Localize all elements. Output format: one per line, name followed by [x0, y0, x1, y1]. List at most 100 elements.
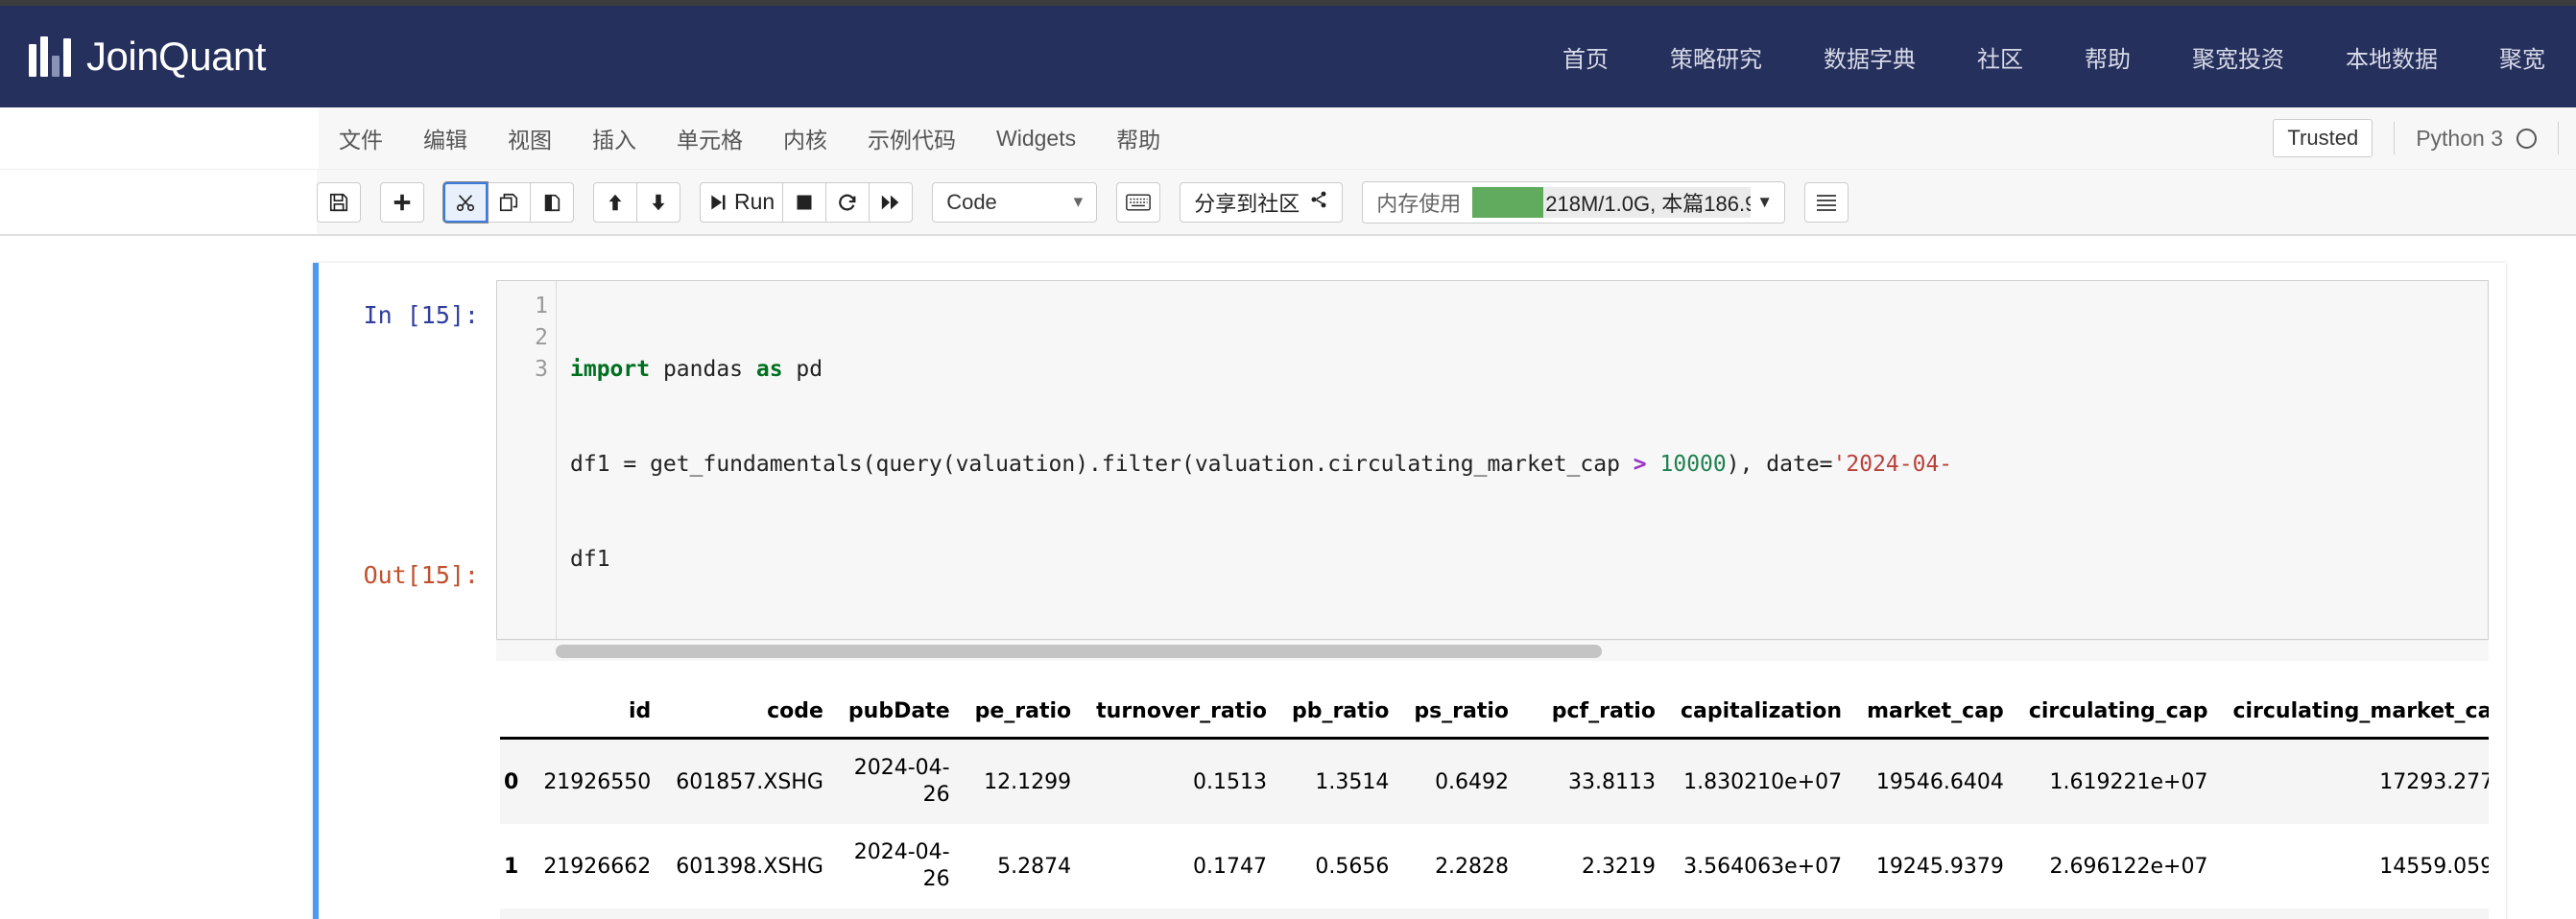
code-token: df1 = get_fundamentals(query(valuation).… [570, 452, 1634, 477]
cell-pubdate: 2024-04-26 [836, 908, 963, 919]
code-token: import [570, 357, 651, 382]
column-header-index [500, 692, 532, 740]
cell-pcf-ratio: 33.8113 [1567, 769, 1656, 794]
share-nodes-icon [1309, 190, 1328, 215]
brand-name: JoinQuant [86, 34, 266, 79]
cell-ps-ratio: 0.6492 [1435, 769, 1510, 794]
cell-capitalization: 3.564063e+07 [1683, 854, 1843, 879]
keyboard-icon [1126, 194, 1152, 211]
memory-usage-widget[interactable]: 内存使用 218M/1.0G, 本篇186.90M ▼ [1362, 180, 1786, 224]
move-cell-down-button[interactable] [636, 181, 680, 223]
list-lines-icon [1815, 194, 1838, 211]
toolbar-group-palette [1804, 181, 1849, 223]
code-token: ), date= [1726, 452, 1833, 477]
code-token: 10000 [1659, 452, 1727, 477]
menu-kernel[interactable]: 内核 [763, 122, 847, 154]
arrow-up-icon [605, 192, 626, 213]
menu-file[interactable]: 文件 [319, 122, 403, 154]
insert-cell-below-button[interactable] [380, 181, 424, 223]
nav-link-help[interactable]: 帮助 [2054, 40, 2161, 74]
cell-pcf-ratio: 1.9297 [1521, 908, 1668, 919]
cell-body: 1 2 3 import pandas as pd df1 = get_fund… [496, 280, 2506, 919]
notebook-toolbar: Run Code ▾ 分享到社区 内存使用 218M/1.0G, 本篇186. … [0, 170, 2576, 235]
run-step-icon [708, 192, 727, 213]
nav-link-data-dictionary[interactable]: 数据字典 [1793, 40, 1946, 74]
prompt-column: In [15]: Out[15]: [319, 280, 496, 919]
cell-circulating-market-cap: 14206.3674 [2220, 908, 2489, 919]
menu-view[interactable]: 视图 [488, 122, 572, 154]
cell-turnover-ratio: 0.1513 [1192, 769, 1267, 794]
cell-output-area: id code pubDate pe_ratio turnover_ratio … [496, 661, 2489, 919]
kernel-idle-circle-icon[interactable] [2516, 128, 2537, 149]
restart-and-run-all-button[interactable] [869, 181, 914, 223]
code-input-area[interactable]: 1 2 3 import pandas as pd df1 = get_fund… [496, 280, 2489, 640]
table-row: 1 21926662 601398.XSHG 2024-04-26 5.2874… [500, 824, 2489, 908]
scrollbar-thumb[interactable] [556, 645, 1602, 658]
menu-insert[interactable]: 插入 [572, 122, 656, 154]
run-button-label: Run [734, 189, 775, 214]
notebook-body: In [15]: Out[15]: 1 2 3 import pandas as… [0, 236, 2576, 919]
add-plus-icon [392, 192, 413, 213]
nav-link-local-data[interactable]: 本地数据 [2315, 40, 2469, 74]
column-header-pcf-ratio: pcf_ratio [1521, 692, 1668, 740]
cell-type-select[interactable]: Code ▾ [932, 181, 1098, 223]
brand-logo[interactable]: JoinQuant [29, 34, 266, 80]
interrupt-kernel-button[interactable] [782, 181, 827, 223]
code-line: df1 = get_fundamentals(query(valuation).… [570, 449, 2488, 481]
cell-code: 601398.XSHG [676, 854, 823, 879]
share-to-community-button[interactable]: 分享到社区 [1180, 181, 1344, 223]
menu-edit[interactable]: 编辑 [403, 122, 488, 154]
menu-widgets[interactable]: Widgets [976, 126, 1096, 152]
column-header-capitalization: capitalization [1667, 692, 1855, 740]
cell-capitalization: 3.499830e+07 [1668, 908, 1854, 919]
menu-example-code[interactable]: 示例代码 [847, 122, 976, 154]
column-header-market-cap: market_cap [1854, 692, 2016, 740]
copy-button[interactable] [487, 181, 531, 223]
code-token: df1 [570, 547, 610, 572]
nav-link-community[interactable]: 社区 [1946, 40, 2054, 74]
menu-help[interactable]: 帮助 [1096, 122, 1181, 154]
dataframe-table: id code pubDate pe_ratio turnover_ratio … [500, 692, 2489, 919]
trusted-button[interactable]: Trusted [2273, 119, 2373, 157]
nav-link-strategy-research[interactable]: 策略研究 [1639, 40, 1793, 74]
code-token: pd [782, 357, 823, 382]
cell-ps-ratio: 2.2828 [1435, 854, 1510, 879]
code-line: import pandas as pd [570, 354, 2488, 386]
run-cell-button[interactable]: Run [700, 181, 784, 223]
chevron-down-icon: ▾ [1073, 192, 1084, 212]
save-button[interactable] [317, 181, 361, 223]
cell-turnover-ratio: 0.1676 [1084, 908, 1279, 919]
restart-kernel-button[interactable] [825, 181, 871, 223]
column-header-ps-ratio: ps_ratio [1401, 692, 1522, 740]
table-row: 2 21926905 601288.XSHG 2024-04-26 5.7820… [500, 908, 2489, 919]
command-palette-button[interactable] [1804, 181, 1849, 223]
nav-link-home[interactable]: 首页 [1532, 40, 1639, 74]
cell-capitalization: 1.830210e+07 [1683, 769, 1843, 794]
nav-link-joinquant[interactable]: 聚宽 [2469, 40, 2576, 74]
menu-cell[interactable]: 单元格 [656, 122, 763, 154]
line-number: 1 [535, 294, 548, 318]
nav-link-joinquant-invest[interactable]: 聚宽投资 [2161, 40, 2315, 74]
code-editor[interactable]: import pandas as pd df1 = get_fundamenta… [557, 281, 2488, 639]
move-cell-up-button[interactable] [593, 181, 637, 223]
cell-pubdate: 2024-04-26 [853, 756, 950, 807]
menubar-divider [2394, 122, 2396, 154]
cut-scissors-icon [455, 192, 476, 213]
table-header-row: id code pubDate pe_ratio turnover_ratio … [500, 692, 2489, 740]
code-token: as [755, 357, 783, 382]
bar-chart-logo-icon [29, 36, 71, 77]
kernel-name-label[interactable]: Python 3 [2416, 126, 2503, 152]
paste-button[interactable] [530, 181, 574, 223]
notebook-cell-selected[interactable]: In [15]: Out[15]: 1 2 3 import pandas as… [313, 263, 2506, 919]
main-navigation: 首页 策略研究 数据字典 社区 帮助 聚宽投资 本地数据 聚宽 [1532, 6, 2576, 107]
toolbar-group-clipboard [443, 181, 574, 223]
keyboard-shortcuts-button[interactable] [1116, 181, 1161, 223]
line-number: 3 [535, 357, 548, 382]
cut-button[interactable] [443, 181, 488, 223]
cell-pcf-ratio: 2.3219 [1581, 854, 1656, 879]
code-horizontal-scrollbar[interactable] [496, 640, 2489, 661]
code-token: pandas [650, 357, 756, 382]
notebook-paper: In [15]: Out[15]: 1 2 3 import pandas as… [313, 263, 2506, 919]
cell-code: 601857.XSHG [676, 769, 823, 794]
